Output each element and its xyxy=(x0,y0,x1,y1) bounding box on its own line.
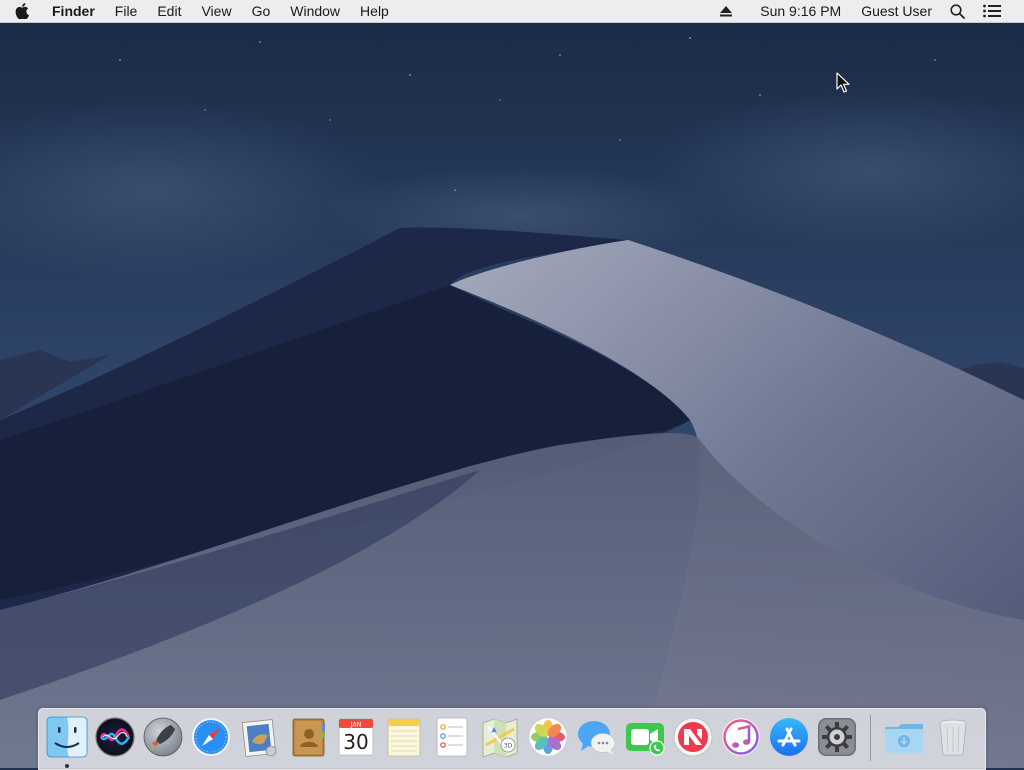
dock-system-preferences-icon[interactable] xyxy=(815,715,859,759)
dock-itunes-icon[interactable] xyxy=(719,715,763,759)
app-menu-finder[interactable]: Finder xyxy=(44,0,105,22)
apple-menu-icon[interactable] xyxy=(0,0,44,22)
calendar-day-label: 30 xyxy=(343,730,368,754)
desktop-wallpaper xyxy=(0,0,1024,768)
dock-photos-icon[interactable] xyxy=(526,715,570,759)
menu-edit[interactable]: Edit xyxy=(147,0,191,22)
dock-calendar-icon[interactable]: JAN 30 xyxy=(334,715,378,759)
dock-mail-icon[interactable] xyxy=(238,715,282,759)
dock-facetime-icon[interactable] xyxy=(623,715,667,759)
menu-help[interactable]: Help xyxy=(350,0,399,22)
dock-finder-icon[interactable] xyxy=(45,715,89,768)
dock-contacts-icon[interactable] xyxy=(286,715,330,759)
spotlight-search-icon[interactable] xyxy=(941,3,974,19)
dock: JAN 30 3D xyxy=(38,708,986,770)
menu-go[interactable]: Go xyxy=(242,0,281,22)
dock-separator xyxy=(870,715,872,761)
fast-user-switch[interactable]: Guest User xyxy=(852,0,941,22)
mouse-pointer-icon xyxy=(836,72,850,93)
menu-bar: Finder File Edit View Go Window Help Sun… xyxy=(0,0,1024,23)
menu-window[interactable]: Window xyxy=(280,0,350,22)
dock-downloads-folder-icon[interactable] xyxy=(882,715,926,759)
calendar-month-label: JAN xyxy=(349,721,361,729)
svg-text:3D: 3D xyxy=(504,743,513,750)
dock-messages-icon[interactable] xyxy=(575,715,619,759)
dock-notes-icon[interactable] xyxy=(382,715,426,759)
menu-clock[interactable]: Sun 9:16 PM xyxy=(751,0,850,22)
running-indicator xyxy=(65,764,69,768)
dock-app-store-icon[interactable] xyxy=(767,715,811,759)
dock-reminders-icon[interactable] xyxy=(430,715,474,759)
dock-trash-icon[interactable] xyxy=(931,715,975,759)
notification-center-icon[interactable] xyxy=(974,4,1010,18)
dock-news-icon[interactable] xyxy=(671,715,715,759)
dock-siri-icon[interactable] xyxy=(93,715,137,759)
menu-file[interactable]: File xyxy=(105,0,148,22)
dock-safari-icon[interactable] xyxy=(189,715,233,759)
dock-maps-icon[interactable]: 3D xyxy=(478,715,522,759)
dock-launchpad-icon[interactable] xyxy=(141,715,185,759)
eject-icon[interactable] xyxy=(711,5,741,17)
menu-view[interactable]: View xyxy=(191,0,241,22)
